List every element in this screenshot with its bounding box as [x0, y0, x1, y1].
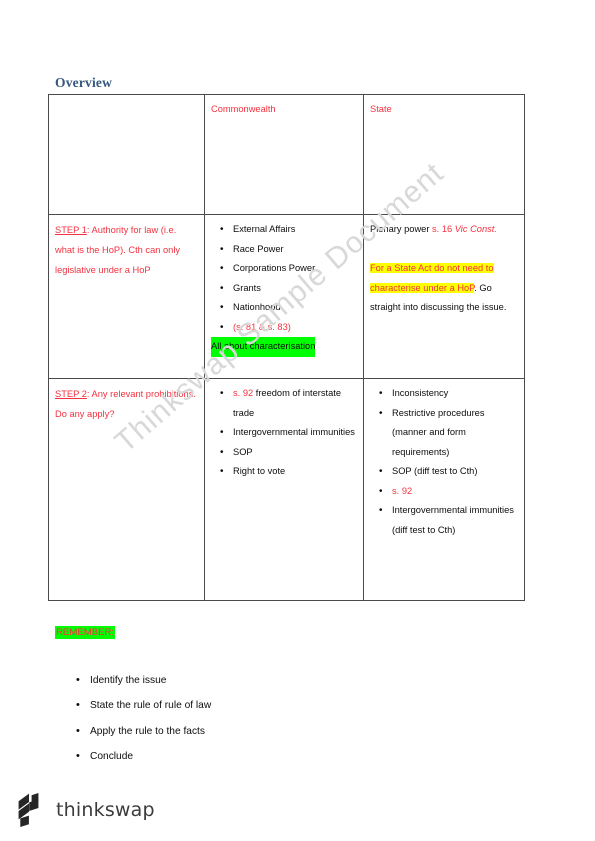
list-item: SOP (diff test to Cth) [379, 462, 518, 482]
list-item-label: SOP (diff test to Cth) [392, 466, 478, 476]
list-item: Race Power [220, 240, 357, 260]
step2-label-cell: STEP 2: Any relevant prohibitions. Do an… [48, 378, 205, 601]
list-item-label: Identify the issue [90, 675, 167, 686]
list-item-label: External Affairs [233, 224, 296, 234]
document-page: Thinkswap Sample Document Overview Commo… [0, 0, 595, 841]
list-item: SOP [220, 443, 357, 463]
page-title: Overview [55, 75, 113, 90]
step1-state-cell: Plenary power s. 16 Vic Const. For a Sta… [363, 214, 525, 379]
list-item: Right to vote [220, 462, 357, 482]
list-item-label: SOP [233, 446, 253, 457]
characterisation-note: All about characterisation [211, 337, 357, 357]
list-item-label: Race Power [233, 243, 284, 254]
list-item: External Affairs [220, 220, 357, 240]
list-item: Restrictive procedures (manner and form … [379, 404, 518, 463]
list-item: State the rule of rule of law [76, 693, 212, 719]
header-cell-blank [48, 94, 205, 215]
list-item-label: s. 92 [392, 485, 413, 496]
step1-label-cell: STEP 1: Authority for law (i.e. what is … [48, 214, 205, 379]
thinkswap-wordmark: thinkswap [56, 799, 155, 821]
list-item-label: Corporations Power [233, 263, 316, 273]
state-act-paragraph: For a State Act do not need to character… [370, 259, 518, 318]
step1-text: STEP 1: Authority for law (i.e. what is … [55, 220, 198, 280]
step2-state-cell: Inconsistency Restrictive procedures (ma… [363, 378, 525, 601]
list-item: Intergovernmental immunities (diff test … [379, 501, 518, 540]
step2-text: STEP 2: Any relevant prohibitions. Do an… [55, 384, 198, 424]
list-item-section-ref: s. 92 [233, 388, 254, 398]
list-item-label: Inconsistency [392, 388, 449, 398]
header-label-commonwealth: Commonwealth [211, 104, 276, 114]
list-item-label: Intergovernmental immunities [233, 427, 355, 437]
plenary-section-ref: s. 16 [432, 224, 455, 234]
step2-label: STEP 2 [55, 389, 87, 399]
remember-label: REMEMBER: [55, 626, 116, 639]
remember-list: Identify the issue State the rule of rul… [58, 668, 211, 769]
step1-commonwealth-cell: External Affairs Race Power Corporations… [204, 214, 364, 379]
header-cell-commonwealth: Commonwealth [204, 94, 364, 215]
list-item: Grants [220, 279, 357, 299]
thinkswap-logo-icon [18, 793, 39, 827]
list-item-label: Conclude [90, 750, 134, 762]
remember-heading: REMEMBER: [55, 626, 116, 639]
list-item-label: Apply the rule to the facts [90, 725, 205, 737]
list-item-section-ref: (s. 81 & s. 83) [220, 318, 357, 338]
list-item: Conclude [76, 744, 211, 770]
list-item-label: Restrictive procedures (manner and form … [392, 407, 485, 457]
list-item-label: Right to vote [233, 466, 286, 476]
header-cell-state: State [363, 94, 525, 215]
list-item: s. 92 freedom of interstate trade [220, 384, 357, 423]
step2-commonwealth-list: s. 92 freedom of interstate trade Interg… [211, 384, 357, 482]
footer-branding: thinkswap [16, 793, 155, 827]
list-item-label: Nationhood [233, 302, 281, 312]
list-item: Corporations Power [220, 259, 357, 279]
header-label-state: State [370, 104, 392, 114]
list-item-label: Grants [233, 282, 261, 293]
table-row-step2: STEP 2: Any relevant prohibitions. Do an… [48, 378, 525, 601]
overview-table: Commonwealth State STEP 1: Authority for… [48, 94, 525, 601]
list-item-label: (s. 81 & s. 83) [233, 321, 291, 332]
step2-commonwealth-cell: s. 92 freedom of interstate trade Interg… [204, 378, 364, 601]
plenary-power-label: Plenary power [370, 224, 433, 234]
list-item-label: Intergovernmental immunities (diff test … [392, 505, 514, 535]
table-row-step1: STEP 1: Authority for law (i.e. what is … [48, 214, 525, 379]
list-item-section-ref: s. 92 [379, 482, 518, 502]
step1-commonwealth-list: External Affairs Race Power Corporations… [211, 220, 357, 357]
step2-state-list: Inconsistency Restrictive procedures (ma… [370, 384, 518, 540]
plenary-statute-name: Vic Const. [454, 224, 497, 234]
step1-label: STEP 1 [55, 225, 87, 235]
list-item: Inconsistency [379, 384, 518, 404]
list-item: Identify the issue [76, 668, 211, 694]
list-item: Nationhood [220, 298, 357, 318]
list-item-label: State the rule of rule of law [90, 700, 212, 712]
list-item: Intergovernmental immunities [220, 423, 357, 443]
table-header-row: Commonwealth State [48, 94, 525, 215]
highlight-green-text: All about characterisation [211, 337, 316, 357]
list-item: Apply the rule to the facts [76, 719, 211, 745]
plenary-power-paragraph: Plenary power s. 16 Vic Const. [370, 220, 518, 240]
